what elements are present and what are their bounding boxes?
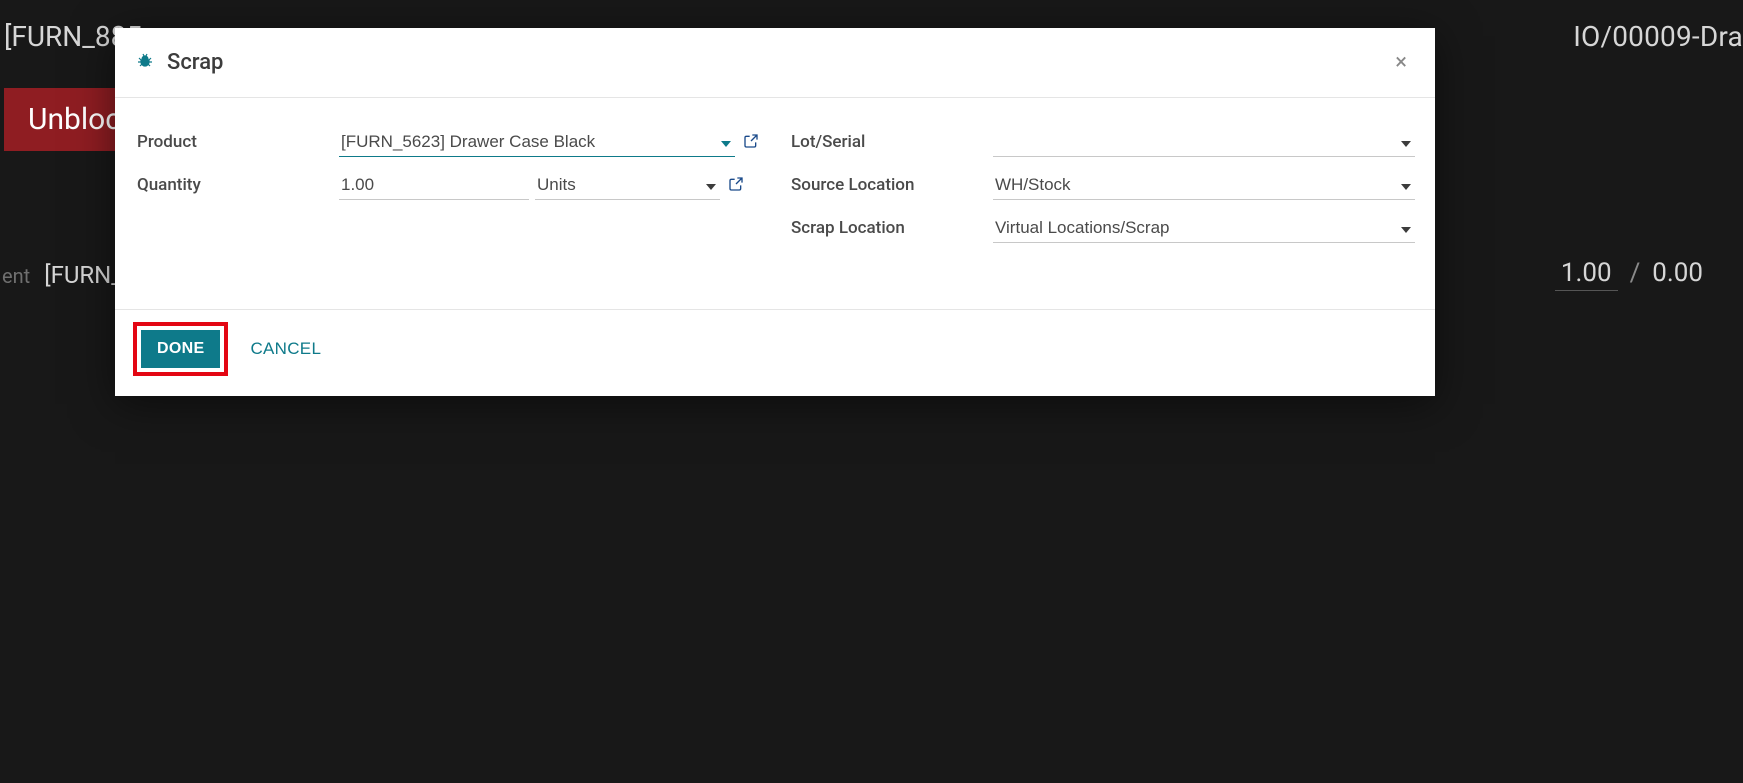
source-location-input[interactable] (993, 171, 1415, 200)
source-location-row: Source Location (791, 171, 1415, 200)
quantity-row: Quantity (137, 171, 761, 200)
source-location-label: Source Location (791, 171, 993, 195)
bg-header-right-text: IO/00009-Dra (1573, 20, 1743, 53)
modal-header: Scrap × (115, 28, 1435, 98)
product-input[interactable] (339, 128, 735, 157)
uom-input[interactable] (535, 171, 720, 200)
lot-serial-row: Lot/Serial (791, 128, 1415, 157)
modal-footer: DONE CANCEL (115, 309, 1435, 396)
product-label: Product (137, 128, 339, 152)
form-right-column: Lot/Serial Source Location (791, 128, 1415, 299)
cancel-button[interactable]: CANCEL (242, 329, 329, 369)
quantity-label: Quantity (137, 171, 339, 195)
done-button-highlight: DONE (133, 322, 228, 376)
bug-icon[interactable] (137, 53, 153, 73)
external-link-icon[interactable] (726, 176, 746, 196)
product-row: Product (137, 128, 761, 157)
external-link-icon[interactable] (741, 133, 761, 153)
component-label: ent (2, 264, 30, 288)
quantity-input[interactable] (339, 171, 529, 200)
modal-title: Scrap (167, 50, 223, 75)
lot-serial-input[interactable] (993, 128, 1415, 157)
qty-separator: / (1630, 258, 1641, 288)
done-button[interactable]: DONE (141, 330, 220, 368)
scrap-location-input[interactable] (993, 214, 1415, 243)
qty-total-value: 0.00 (1652, 258, 1703, 288)
scrap-location-label: Scrap Location (791, 214, 993, 238)
scrap-location-row: Scrap Location (791, 214, 1415, 243)
modal-body: Product Quantity (115, 98, 1435, 309)
qty-done-value: 1.00 (1555, 258, 1618, 291)
lot-serial-label: Lot/Serial (791, 128, 993, 152)
close-icon[interactable]: × (1387, 46, 1415, 79)
scrap-modal: Scrap × Product (115, 28, 1435, 396)
form-left-column: Product Quantity (137, 128, 761, 299)
